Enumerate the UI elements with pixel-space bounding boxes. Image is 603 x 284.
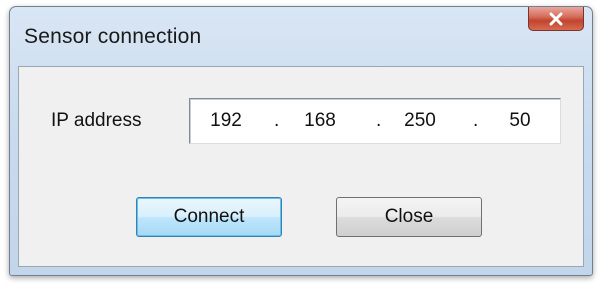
ip-address-label: IP address bbox=[51, 110, 142, 131]
window-title: Sensor connection bbox=[24, 25, 202, 48]
ip-octet-3[interactable]: 250 bbox=[390, 110, 450, 132]
ip-octet-2[interactable]: 168 bbox=[290, 110, 350, 132]
dialog-body: IP address 192 . 168 . 250 . 50 Connect … bbox=[18, 66, 584, 267]
close-x-icon bbox=[548, 12, 564, 26]
ip-octet-1[interactable]: 192 bbox=[196, 110, 256, 132]
ip-separator-1: . bbox=[274, 110, 280, 131]
title-bar[interactable]: Sensor connection bbox=[10, 7, 592, 59]
ip-separator-2: . bbox=[376, 110, 382, 131]
ip-octet-4[interactable]: 50 bbox=[490, 110, 550, 132]
ip-separator-3: . bbox=[473, 110, 479, 131]
window-close-button[interactable] bbox=[528, 7, 584, 31]
sensor-connection-dialog: Sensor connection IP address 192 . 168 .… bbox=[9, 6, 593, 276]
close-button[interactable]: Close bbox=[336, 197, 482, 237]
ip-address-field[interactable]: 192 . 168 . 250 . 50 bbox=[189, 98, 561, 144]
connect-button[interactable]: Connect bbox=[136, 197, 282, 237]
